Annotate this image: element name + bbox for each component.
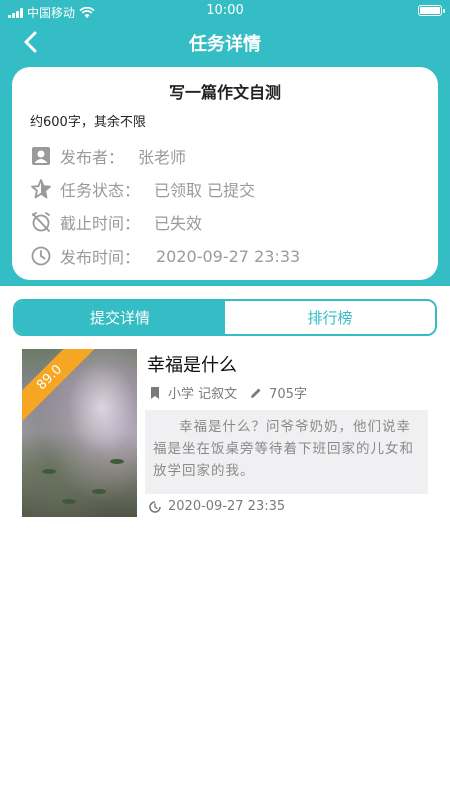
deadline-row: 截止时间： 已失效 bbox=[30, 209, 202, 235]
deadline-label: 截止时间： bbox=[60, 214, 141, 233]
essay-category: 小学 记叙文 bbox=[168, 387, 238, 402]
status-value: 已领取 已提交 bbox=[154, 181, 256, 200]
lily-pad bbox=[42, 469, 56, 474]
pencil-icon bbox=[251, 388, 261, 398]
star-icon bbox=[31, 179, 51, 199]
publish-time-row: 发布时间： 2020-09-27 23:33 bbox=[30, 243, 300, 269]
tab-bar: 提交详情 排行榜 bbox=[13, 299, 437, 336]
essay-title: 幸福是什么 bbox=[147, 355, 237, 376]
essay-time: 2020-09-27 23:35 bbox=[168, 499, 286, 514]
deadline-value: 已失效 bbox=[154, 214, 203, 233]
person-badge-icon bbox=[32, 147, 50, 165]
nav-bar: 任务详情 bbox=[0, 22, 450, 62]
publisher-label: 发布者： bbox=[60, 148, 125, 167]
submission-item[interactable]: 89.0 幸福是什么 小学 记叙文 705字 幸福是什么？问爷爷奶奶，他们说幸福… bbox=[22, 349, 432, 519]
task-title: 写一篇作文自测 bbox=[168, 83, 281, 102]
essay-excerpt: 幸福是什么？问爷爷奶奶，他们说幸福是坐在饭桌旁等待着下班回家的儿女和放学回家的我… bbox=[145, 410, 428, 494]
lily-pad bbox=[92, 489, 106, 494]
alarm-off-icon bbox=[32, 212, 50, 232]
bookmark-icon bbox=[151, 386, 159, 399]
battery-icon bbox=[418, 5, 445, 16]
tab-submission-details[interactable]: 提交详情 bbox=[15, 301, 225, 334]
page-title: 任务详情 bbox=[189, 34, 261, 55]
task-card: 写一篇作文自测 约600字，其余不限 发布者： 张老师 任务状态： 已领取 已提… bbox=[12, 67, 438, 280]
status-time: 10:00 bbox=[206, 3, 244, 18]
clock-icon bbox=[31, 246, 51, 266]
lily-pad bbox=[110, 459, 124, 464]
publisher-row: 发布者： 张老师 bbox=[30, 143, 186, 169]
essay-meta: 小学 记叙文 705字 bbox=[148, 383, 307, 402]
history-icon bbox=[149, 500, 161, 513]
essay-cover-image: 89.0 bbox=[22, 349, 137, 517]
publish-time-value: 2020-09-27 23:33 bbox=[156, 246, 301, 266]
publisher-value: 张老师 bbox=[138, 148, 187, 167]
tab-leaderboard[interactable]: 排行榜 bbox=[225, 301, 435, 334]
status-row: 任务状态： 已领取 已提交 bbox=[30, 176, 255, 202]
status-label: 任务状态： bbox=[60, 181, 141, 200]
lily-pad bbox=[62, 499, 76, 504]
publish-time-label: 发布时间： bbox=[60, 248, 141, 267]
status-bar: 中国移动 10:00 bbox=[0, 0, 450, 22]
task-description: 约600字，其余不限 bbox=[30, 115, 146, 130]
essay-word-count: 705字 bbox=[269, 387, 307, 402]
score-ribbon: 89.0 bbox=[22, 349, 101, 429]
essay-time-row: 2020-09-27 23:35 bbox=[148, 499, 285, 514]
